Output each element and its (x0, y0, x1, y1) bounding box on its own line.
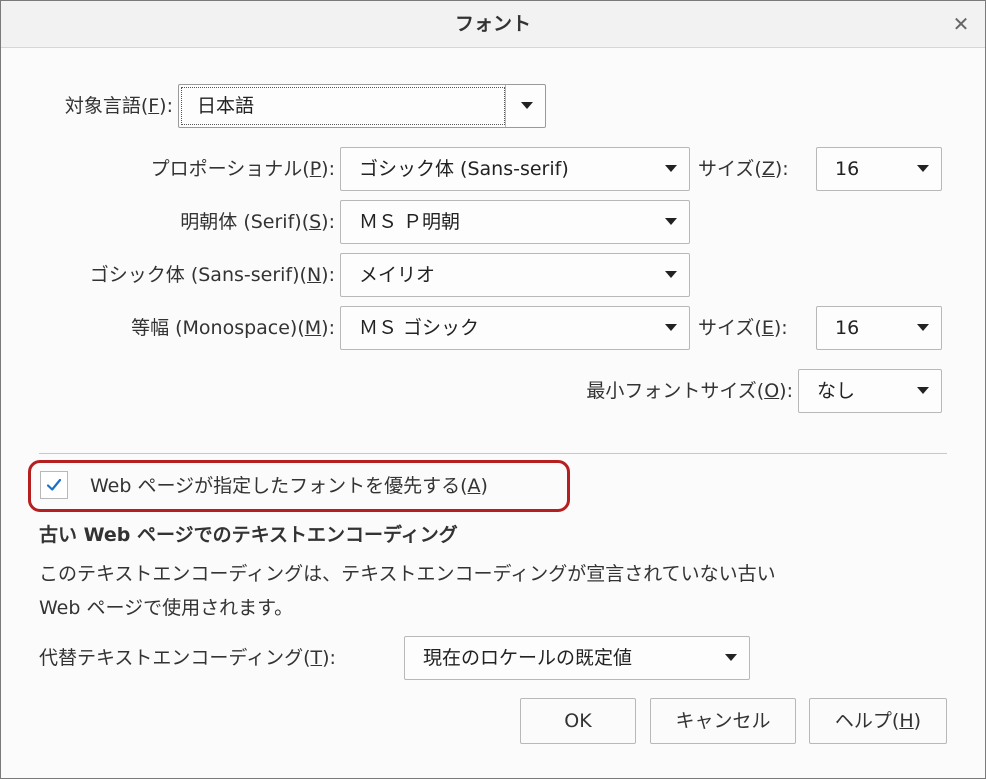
proportional-size-value: 16 (835, 158, 860, 180)
close-icon[interactable]: ✕ (947, 10, 975, 38)
min-size-select[interactable]: なし (798, 369, 942, 413)
separator (39, 453, 947, 454)
chevron-down-icon (917, 324, 929, 331)
language-label: 対象言語(F): (64, 95, 173, 117)
min-size-label: 最小フォントサイズ(O): (586, 380, 793, 402)
mono-value: ＭＳ ゴシック (359, 317, 480, 339)
sans-label: ゴシック体 (Sans-serif)(N): (89, 264, 335, 286)
allow-page-fonts-label[interactable]: Web ページが指定したフォントを優先する(A) (90, 470, 488, 502)
chevron-down-icon (917, 387, 929, 394)
dropdown-divider (505, 85, 506, 127)
proportional-size-select[interactable]: 16 (816, 147, 942, 191)
sans-value: メイリオ (359, 264, 436, 286)
chevron-down-icon (665, 165, 677, 172)
font-dialog: フォント ✕ 対象言語(F): 日本語 プロポーショナル(P): ゴシック体 (… (0, 0, 986, 779)
dialog-title: フォント (454, 13, 531, 35)
mono-label: 等幅 (Monospace)(M): (131, 317, 335, 339)
proportional-size-label: サイズ(Z): (698, 158, 789, 180)
language-value: 日本語 (197, 95, 255, 117)
proportional-label: プロポーショナル(P): (150, 158, 335, 180)
serif-value: ＭＳ Ｐ明朝 (359, 211, 461, 233)
serif-label: 明朝体 (Serif)(S): (180, 211, 335, 233)
legacy-encoding-description-2: Web ページで使用されます。 (39, 597, 294, 619)
serif-select[interactable]: ＭＳ Ｐ明朝 (340, 200, 690, 244)
language-select[interactable]: 日本語 (178, 84, 546, 128)
chevron-down-icon (665, 324, 677, 331)
chevron-down-icon (665, 271, 677, 278)
mono-select[interactable]: ＭＳ ゴシック (340, 306, 690, 350)
mono-size-label: サイズ(E): (698, 317, 788, 339)
allow-page-fonts-checkbox[interactable] (40, 471, 68, 499)
fallback-encoding-label: 代替テキストエンコーディング(T): (39, 647, 336, 669)
ok-button[interactable]: OK (520, 698, 636, 744)
chevron-down-icon (917, 165, 929, 172)
sans-select[interactable]: メイリオ (340, 253, 690, 297)
title-bar: フォント ✕ (1, 1, 985, 48)
chevron-down-icon (725, 654, 737, 661)
help-button[interactable]: ヘルプ(H) (809, 698, 947, 744)
legacy-encoding-heading: 古い Web ページでのテキストエンコーディング (39, 524, 458, 546)
proportional-select[interactable]: ゴシック体 (Sans-serif) (340, 147, 690, 191)
cancel-button[interactable]: キャンセル (650, 698, 796, 744)
legacy-encoding-description-1: このテキストエンコーディングは、テキストエンコーディングが宣言されていない古い (39, 563, 776, 585)
chevron-down-icon (521, 102, 533, 109)
fallback-encoding-value: 現在のロケールの既定値 (423, 647, 633, 669)
mono-size-value: 16 (835, 317, 860, 339)
checkmark-icon (46, 478, 62, 491)
min-size-value: なし (817, 380, 856, 402)
mono-size-select[interactable]: 16 (816, 306, 942, 350)
fallback-encoding-select[interactable]: 現在のロケールの既定値 (404, 636, 750, 680)
proportional-value: ゴシック体 (Sans-serif) (359, 158, 569, 180)
chevron-down-icon (665, 218, 677, 225)
